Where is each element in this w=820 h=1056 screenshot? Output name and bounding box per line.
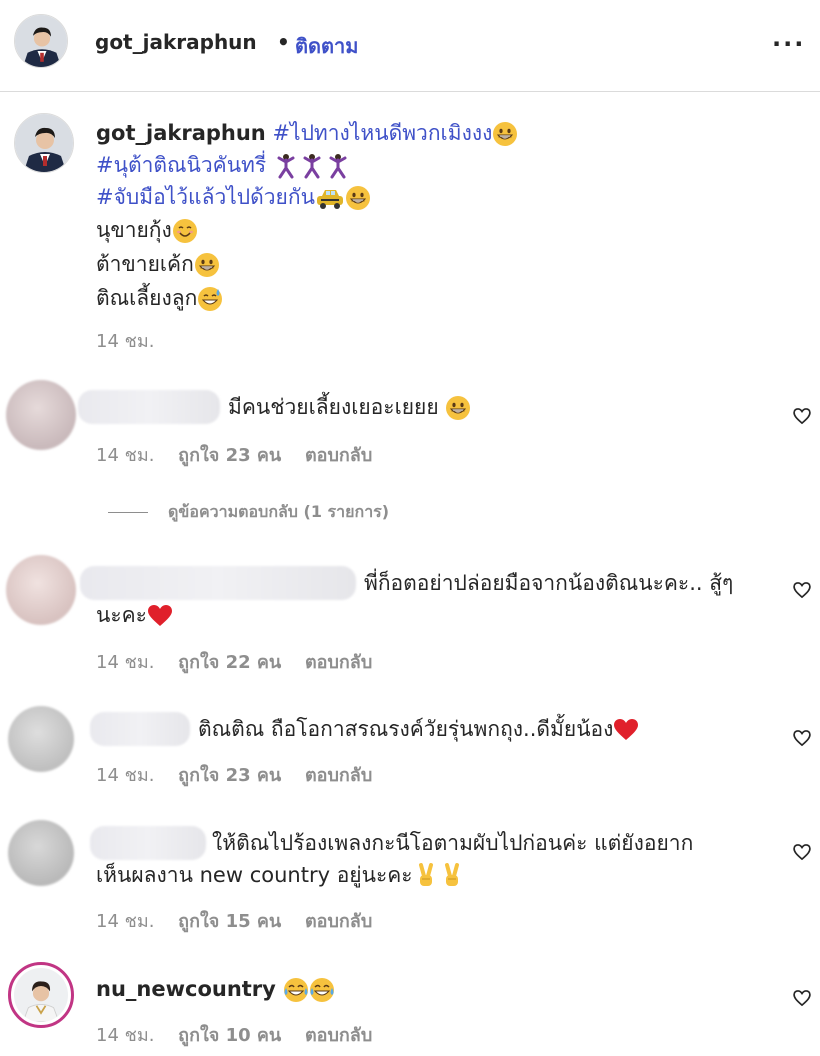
comment-text: มีคนช่วยเลี้ยงเยอะเยยย xyxy=(228,390,471,424)
commenter-avatar[interactable] xyxy=(6,555,76,625)
caption-text: ต้าขายเค้ก xyxy=(96,252,194,276)
heart-outline-icon[interactable] xyxy=(792,580,812,600)
car-emoji xyxy=(315,185,345,211)
caption-line-6: ติณเลี้ยงลูก xyxy=(96,281,223,315)
caption-time[interactable]: 14 ชม. xyxy=(96,331,154,352)
comment-time[interactable]: 14 ชม. xyxy=(96,765,154,786)
comment-text: ติณติณ ถือโอกาสรณรงค์วัยรุ่นพกถุง..ดีมั้… xyxy=(198,712,639,746)
comment-text-line-1: พี่ก็อตอย่าปล่อยมือจากน้องติณนะคะ.. สู้ๆ xyxy=(364,571,734,595)
comment-likes[interactable]: ถูกใจ 23 คน xyxy=(178,445,281,466)
comment-meta: 14 ชม. ถูกใจ 15 คน ตอบกลับ xyxy=(96,906,390,935)
comment-time[interactable]: 14 ชม. xyxy=(96,445,154,466)
comment-meta: 14 ชม. ถูกใจ 23 คน ตอบกลับ xyxy=(96,760,390,789)
commenter-avatar[interactable] xyxy=(8,820,74,886)
commenter-username-blurred[interactable] xyxy=(90,712,190,746)
grin-emoji xyxy=(194,252,220,278)
comment-likes[interactable]: ถูกใจ 22 คน xyxy=(178,652,281,673)
heart-outline-icon[interactable] xyxy=(792,842,812,862)
reply-button[interactable]: ตอบกลับ xyxy=(305,1025,372,1046)
view-replies-button[interactable]: ดูข้อความตอบกลับ (1 รายการ) xyxy=(108,500,389,525)
author-username[interactable]: got_jakraphun xyxy=(95,30,257,54)
tears-of-joy-emoji xyxy=(283,977,309,1003)
caption-text: นุขายกุ้ง xyxy=(96,218,172,242)
reply-button[interactable]: ตอบกลับ xyxy=(305,911,372,932)
comment-likes[interactable]: ถูกใจ 23 คน xyxy=(178,765,281,786)
hashtag-link[interactable]: #จับมือไว้แล้วไปด้วยกัน xyxy=(96,185,315,209)
caption-meta: 14 ชม. xyxy=(96,326,172,355)
sweat-smile-emoji xyxy=(197,286,223,312)
dancer-emoji xyxy=(325,153,351,179)
comment-meta: 14 ชม. ถูกใจ 22 คน ตอบกลับ xyxy=(96,647,390,676)
caption-author-avatar[interactable] xyxy=(14,113,74,173)
comment-time[interactable]: 14 ชม. xyxy=(96,911,154,932)
author-avatar[interactable] xyxy=(14,14,68,68)
reply-button[interactable]: ตอบกลับ xyxy=(305,445,372,466)
commenter-avatar-story-ring[interactable] xyxy=(8,962,74,1028)
grin-emoji xyxy=(445,395,471,421)
comment-likes[interactable]: ถูกใจ 10 คน xyxy=(178,1025,281,1046)
victory-hand-emoji xyxy=(439,863,465,889)
commenter-avatar[interactable] xyxy=(6,380,76,450)
separator-dot: • xyxy=(277,30,290,54)
reply-button[interactable]: ตอบกลับ xyxy=(305,652,372,673)
caption-text: ติณเลี้ยงลูก xyxy=(96,286,198,310)
comment-time[interactable]: 14 ชม. xyxy=(96,652,154,673)
caption-username[interactable]: got_jakraphun xyxy=(96,121,266,145)
caption-line-2: #นุต้าติณนิวคันทรี่ xyxy=(96,148,351,182)
caption-line-1: got_jakraphun #ไปทางไหนดีพวกเมิงงง xyxy=(96,116,518,150)
comment-text-line-1: ให้ติณไปร้องเพลงกะนีโอตามผับไปก่อนค่ะ แต… xyxy=(212,831,694,855)
commenter-username[interactable]: nu_newcountry xyxy=(96,977,276,1001)
tears-of-joy-emoji xyxy=(309,977,335,1003)
commenter-avatar[interactable] xyxy=(8,706,74,772)
comment-text-line-2: เห็นผลงาน new country อยู่นะคะ xyxy=(96,858,465,892)
smile-emoji xyxy=(172,218,198,244)
hashtag-link[interactable]: #ไปทางไหนดีพวกเมิงงง xyxy=(272,121,492,145)
reply-button[interactable]: ตอบกลับ xyxy=(305,765,372,786)
more-icon[interactable]: ... xyxy=(772,24,805,52)
post-header: got_jakraphun • ติดตาม ... xyxy=(0,0,820,92)
red-heart-emoji xyxy=(613,717,639,743)
commenter-username-blurred[interactable] xyxy=(90,826,206,860)
comment-time[interactable]: 14 ชม. xyxy=(96,1025,154,1046)
heart-outline-icon[interactable] xyxy=(792,988,812,1008)
caption-line-3: #จับมือไว้แล้วไปด้วยกัน xyxy=(96,180,371,214)
dancer-emoji xyxy=(299,153,325,179)
victory-hand-emoji xyxy=(413,863,439,889)
commenter-username-blurred[interactable] xyxy=(80,566,356,600)
replies-divider-line xyxy=(108,512,148,513)
comment-text-line-2: นะคะ xyxy=(96,598,173,632)
follow-button[interactable]: ติดตาม xyxy=(295,30,358,62)
hashtag-link[interactable]: #นุต้าติณนิวคันทรี่ xyxy=(96,153,266,177)
red-heart-emoji xyxy=(147,603,173,629)
dancer-emoji xyxy=(273,153,299,179)
comment-meta: 14 ชม. ถูกใจ 23 คน ตอบกลับ xyxy=(96,440,390,469)
caption-line-5: ต้าขายเค้ก xyxy=(96,247,220,281)
comment-meta: 14 ชม. ถูกใจ 10 คน ตอบกลับ xyxy=(96,1020,390,1049)
caption-line-4: นุขายกุ้ง xyxy=(96,213,198,247)
grin-emoji xyxy=(345,185,371,211)
heart-outline-icon[interactable] xyxy=(792,406,812,426)
commenter-username-blurred[interactable] xyxy=(78,390,220,424)
comment-line: nu_newcountry xyxy=(96,972,335,1006)
comment-likes[interactable]: ถูกใจ 15 คน xyxy=(178,911,281,932)
heart-outline-icon[interactable] xyxy=(792,728,812,748)
grin-emoji xyxy=(492,121,518,147)
